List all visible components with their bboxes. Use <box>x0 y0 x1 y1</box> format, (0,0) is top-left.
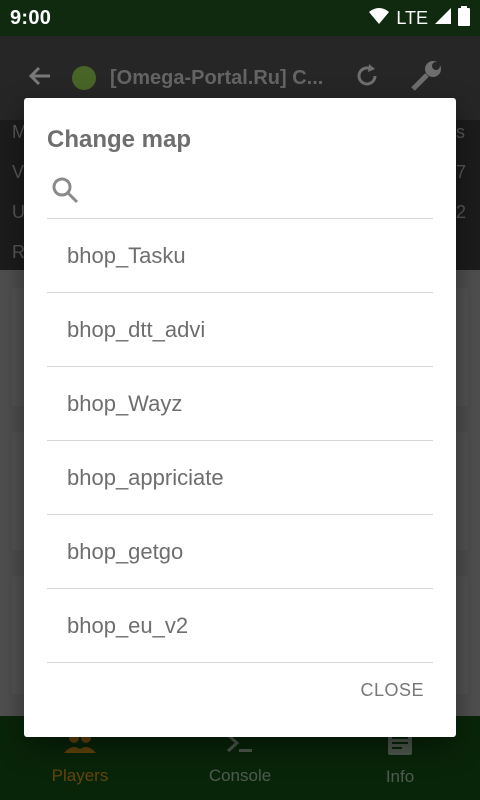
status-bar: 9:00 LTE <box>0 0 480 36</box>
map-search-input[interactable] <box>95 176 429 210</box>
battery-icon <box>458 5 470 31</box>
close-button[interactable]: CLOSE <box>360 680 424 701</box>
map-item[interactable]: bhop_eu_v2 <box>47 589 433 663</box>
status-time: 9:00 <box>10 6 52 29</box>
search-icon <box>51 176 79 209</box>
map-item[interactable]: bhop_appriciate <box>47 441 433 515</box>
network-type-label: LTE <box>396 7 428 28</box>
map-item[interactable]: bhop_dtt_advi <box>47 293 433 367</box>
wifi-icon <box>368 7 390 30</box>
dialog-title: Change map <box>47 126 192 153</box>
map-search-row <box>47 170 433 219</box>
map-item[interactable]: bhop_Wayz <box>47 367 433 441</box>
status-icons: LTE <box>368 5 470 31</box>
map-list: bhop_Tasku bhop_dtt_advi bhop_Wayz bhop_… <box>47 219 433 663</box>
map-item[interactable]: bhop_Tasku <box>47 219 433 293</box>
change-map-dialog: Change map bhop_Tasku bhop_dtt_advi bhop… <box>24 98 456 737</box>
map-item[interactable]: bhop_getgo <box>47 515 433 589</box>
signal-icon <box>434 7 452 30</box>
